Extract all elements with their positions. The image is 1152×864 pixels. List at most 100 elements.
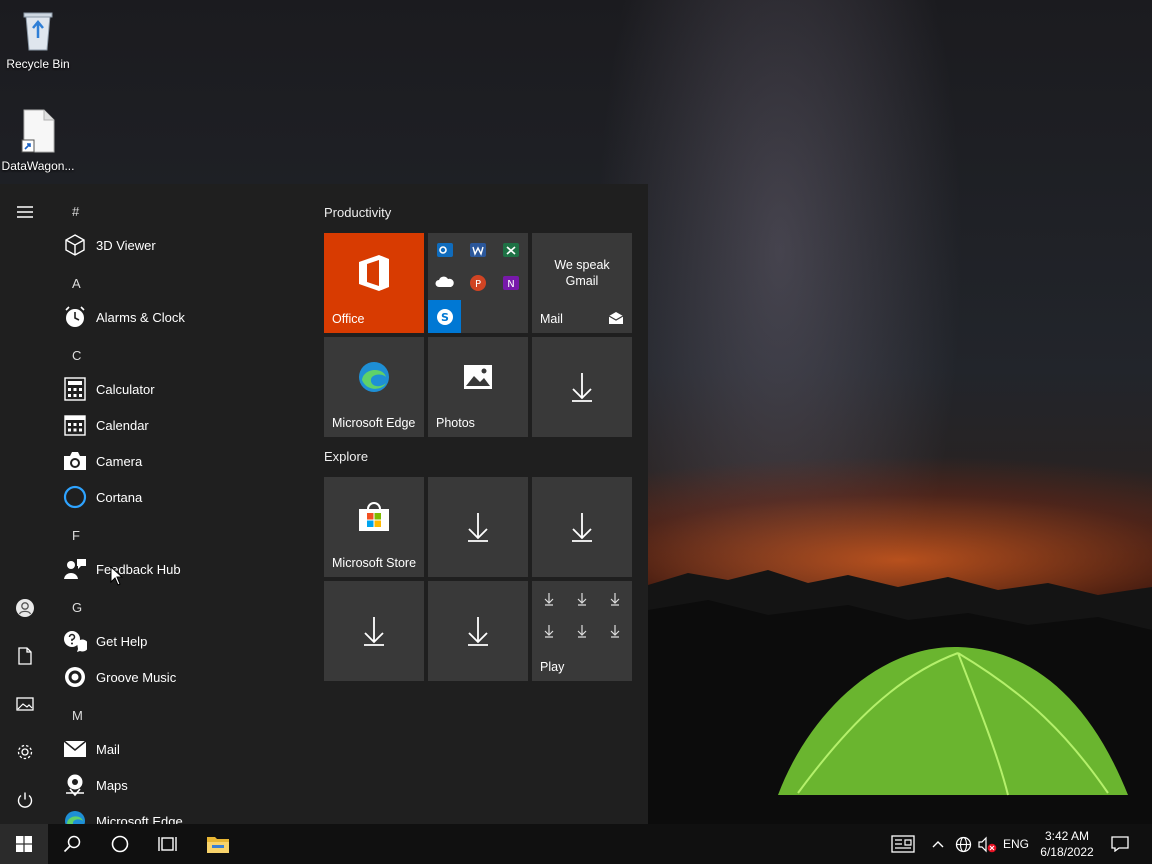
pictures-icon <box>16 697 34 711</box>
tile-photos[interactable]: Photos <box>428 337 528 437</box>
app-calendar[interactable]: Calendar <box>62 408 302 442</box>
cortana-ring-icon <box>62 484 88 510</box>
edge-logo-icon <box>324 337 424 417</box>
app-mail[interactable]: Mail <box>62 732 302 766</box>
group-title-productivity[interactable]: Productivity <box>324 205 391 220</box>
cortana-button[interactable] <box>96 824 144 864</box>
folder-icon <box>207 837 229 853</box>
taskbar: ENG 3:42 AM 6/18/2022 <box>0 824 1152 864</box>
download-arrow-icon <box>572 373 592 402</box>
letter-header-c[interactable]: C <box>72 348 81 363</box>
clock-time: 3:42 AM <box>1044 829 1090 843</box>
tile-download-placeholder[interactable] <box>532 477 632 577</box>
action-center-button[interactable] <box>1104 824 1136 864</box>
app-label: Cortana <box>96 489 143 505</box>
volume-button[interactable] <box>976 824 998 864</box>
notification-icon <box>1111 836 1129 852</box>
download-arrow-icon <box>468 617 488 646</box>
photos-icon <box>428 337 528 417</box>
download-arrow-icon <box>572 513 592 542</box>
download-arrow-icon <box>364 617 384 646</box>
letter-header-a[interactable]: A <box>72 276 81 291</box>
network-button[interactable] <box>952 824 974 864</box>
app-label: Alarms & Clock <box>96 309 185 325</box>
app-microsoft-edge[interactable]: Microsoft Edge <box>62 804 302 824</box>
clock[interactable]: 3:42 AM 6/18/2022 <box>1036 824 1098 864</box>
gear-icon <box>17 744 33 760</box>
letter-header-hash[interactable]: # <box>72 204 79 219</box>
group-title-explore[interactable]: Explore <box>324 449 368 464</box>
app-feedback-hub[interactable]: Feedback Hub <box>62 552 302 586</box>
expand-menu-button[interactable] <box>0 190 50 234</box>
outlook-icon <box>437 243 453 257</box>
app-list: # 3D Viewer A Alarms & Clock C Calculato… <box>50 184 312 824</box>
app-label: Maps <box>96 777 128 793</box>
tile-label: Play <box>540 660 565 674</box>
svg-text:P: P <box>475 279 481 290</box>
app-calculator[interactable]: Calculator <box>62 372 302 406</box>
letter-header-g[interactable]: G <box>72 600 82 615</box>
store-bag-icon <box>324 477 424 557</box>
tile-download-placeholder[interactable] <box>532 337 632 437</box>
app-3d-viewer[interactable]: 3D Viewer <box>62 228 302 262</box>
app-cortana[interactable]: Cortana <box>62 480 302 514</box>
search-button[interactable] <box>48 824 96 864</box>
app-maps[interactable]: Maps <box>62 768 302 802</box>
news-icon <box>891 835 915 853</box>
letter-header-f[interactable]: F <box>72 528 80 543</box>
letter-header-m[interactable]: M <box>72 708 83 723</box>
desktop-icon-datawagon[interactable]: DataWagon... <box>0 108 76 173</box>
settings-button[interactable] <box>0 730 50 774</box>
calculator-icon <box>62 376 88 402</box>
start-button[interactable] <box>0 824 48 864</box>
help-bubble-icon <box>62 628 88 654</box>
user-icon <box>16 599 34 617</box>
file-explorer-button[interactable] <box>194 824 242 864</box>
task-view-icon <box>158 837 177 851</box>
tile-download-placeholder[interactable] <box>324 581 424 681</box>
hamburger-icon <box>17 206 33 218</box>
chevron-up-icon <box>932 841 944 848</box>
account-button[interactable] <box>0 586 50 630</box>
tile-play-folder[interactable]: Play <box>532 581 632 681</box>
tile-microsoft-store[interactable]: Microsoft Store <box>324 477 424 577</box>
download-arrow-icon <box>468 513 488 542</box>
cortana-circle-icon <box>111 835 129 853</box>
pictures-button[interactable] <box>0 682 50 726</box>
tile-label: Office <box>332 312 365 326</box>
app-camera[interactable]: Camera <box>62 444 302 478</box>
news-button[interactable] <box>886 824 920 864</box>
task-view-button[interactable] <box>144 824 192 864</box>
mail-envelope-icon <box>62 736 88 762</box>
app-label: Groove Music <box>96 669 177 685</box>
tile-office[interactable]: Office <box>324 233 424 333</box>
tile-download-placeholder[interactable] <box>428 477 528 577</box>
power-button[interactable] <box>0 778 50 822</box>
skype-icon: S <box>428 300 461 333</box>
mail-tile-text: We speak Gmail <box>554 258 610 288</box>
tile-label: Photos <box>436 416 475 430</box>
app-get-help[interactable]: Get Help <box>62 624 302 658</box>
onenote-icon: N <box>503 276 519 290</box>
input-language-indicator[interactable]: ENG <box>1000 824 1032 864</box>
desktop-icon-label: Recycle Bin <box>6 57 70 71</box>
desktop-icon-label: DataWagon... <box>1 159 75 173</box>
svg-text:S: S <box>441 311 449 324</box>
tile-label: Microsoft Edge <box>332 416 416 430</box>
tile-office-apps-folder[interactable]: P N S <box>428 233 528 333</box>
start-menu-rail <box>0 184 50 824</box>
tile-label: Mail <box>540 312 563 326</box>
desktop-icon-recycle-bin[interactable]: Recycle Bin <box>0 8 76 71</box>
speaker-muted-icon <box>977 836 996 852</box>
app-label: Feedback Hub <box>96 561 181 577</box>
cube-icon <box>62 232 88 258</box>
word-icon <box>470 243 486 257</box>
tile-microsoft-edge[interactable]: Microsoft Edge <box>324 337 424 437</box>
app-alarms-clock[interactable]: Alarms & Clock <box>62 300 302 334</box>
app-groove-music[interactable]: Groove Music <box>62 660 302 694</box>
tile-mail[interactable]: We speak Gmail Mail <box>532 233 632 333</box>
tile-download-placeholder[interactable] <box>428 581 528 681</box>
documents-button[interactable] <box>0 634 50 678</box>
show-hidden-icons-button[interactable] <box>928 824 948 864</box>
file-shortcut-icon <box>21 109 55 153</box>
